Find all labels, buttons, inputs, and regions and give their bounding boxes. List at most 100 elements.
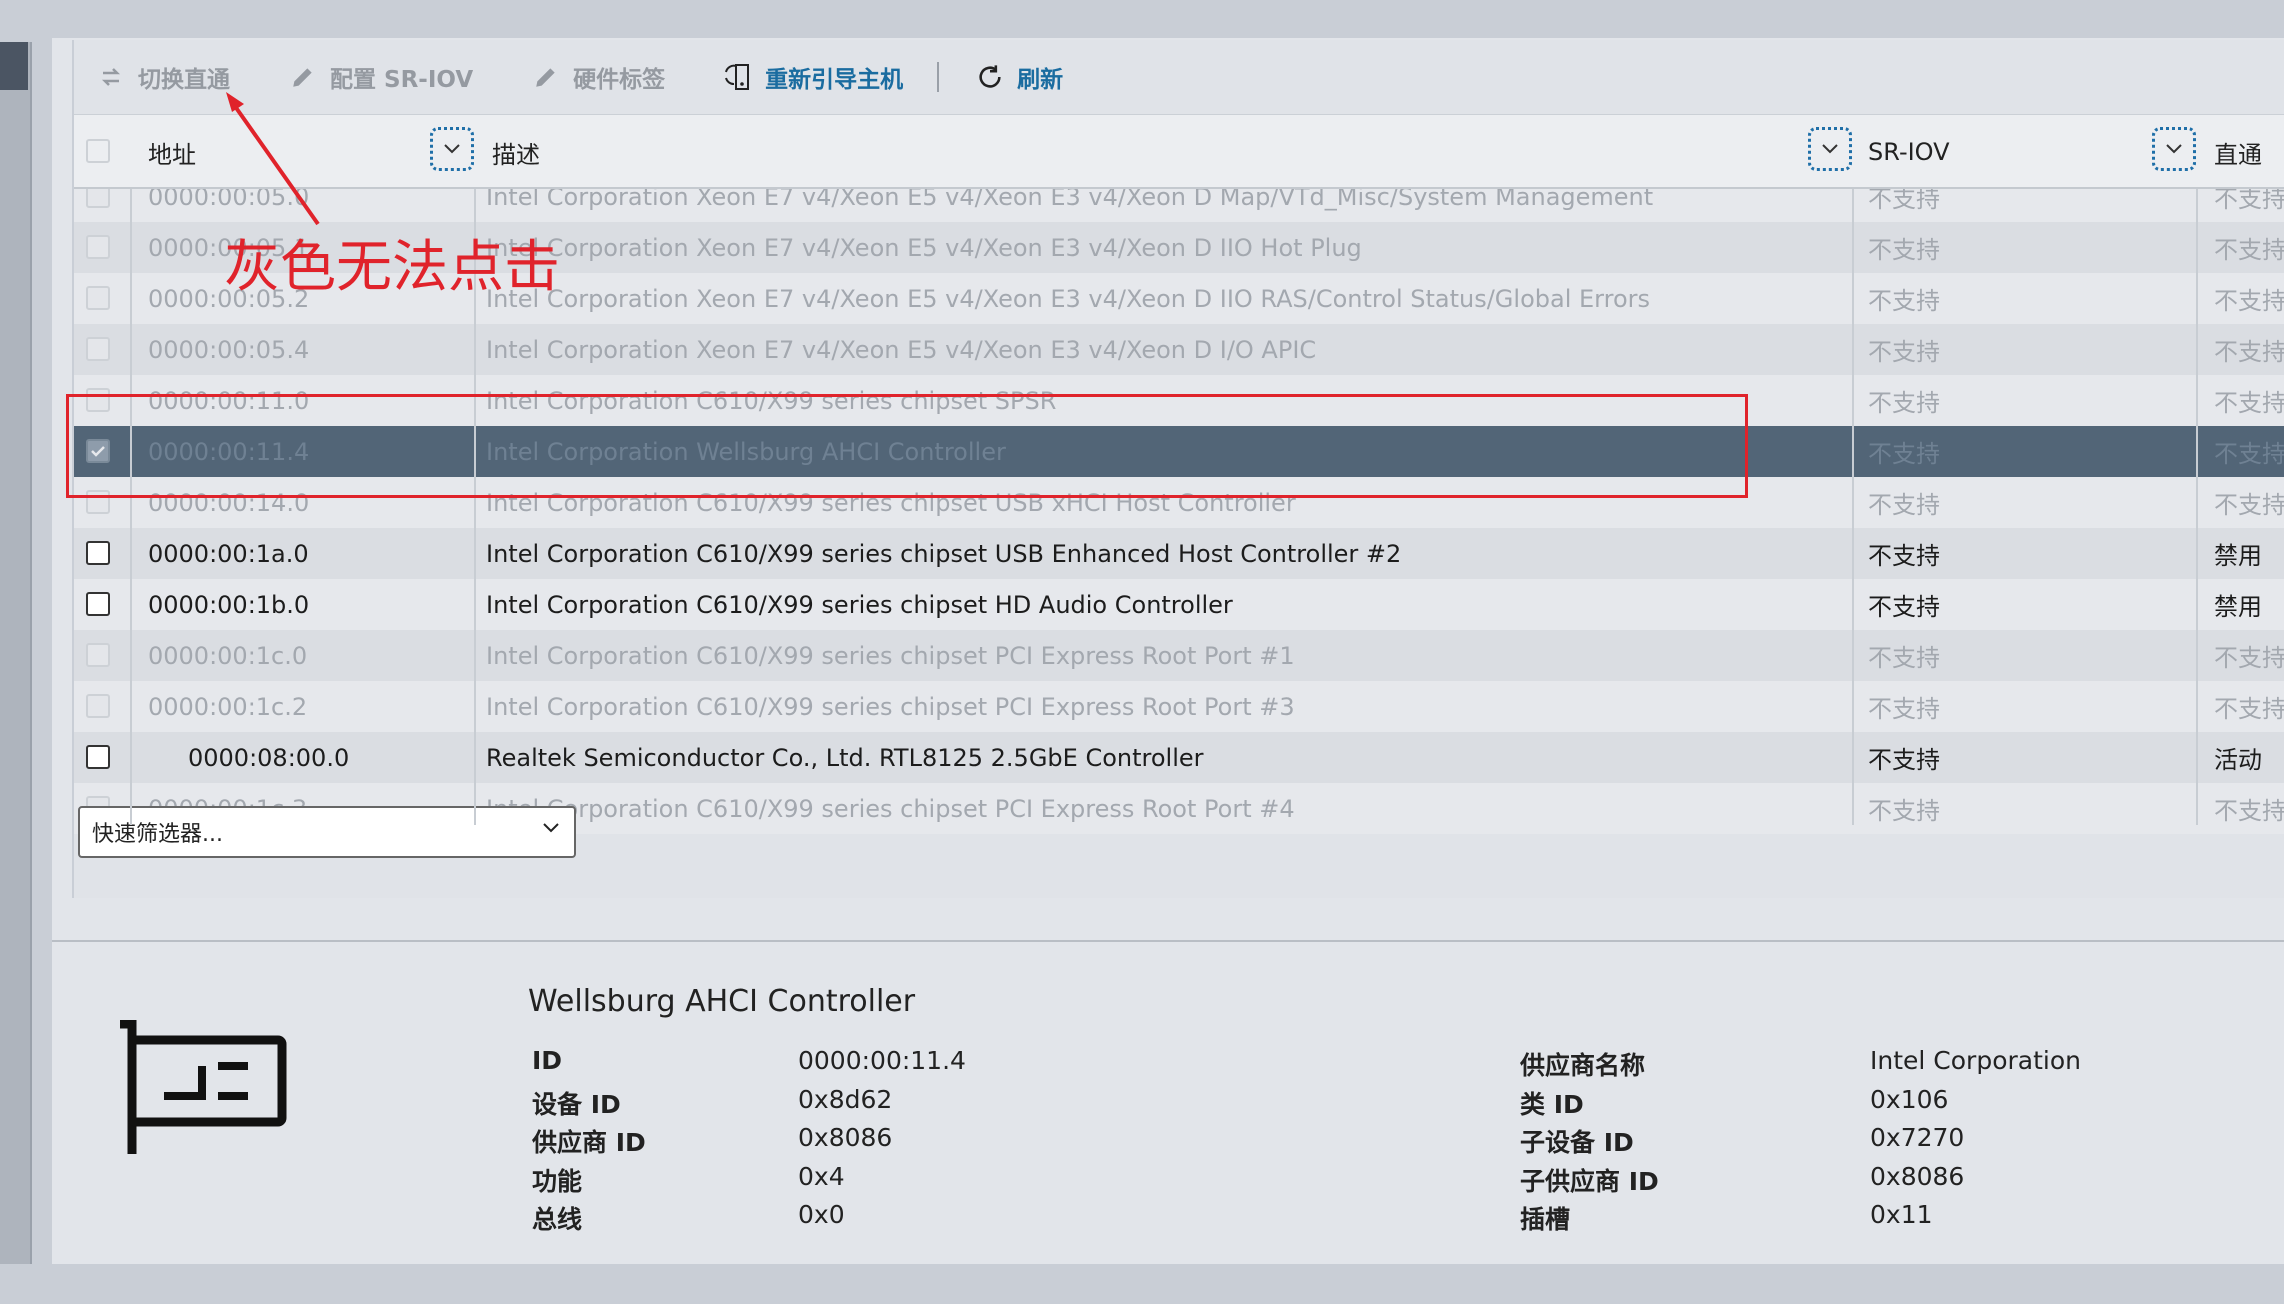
reboot-host-label: 重新引导主机 bbox=[765, 67, 904, 93]
cell-passthrough: 不支持 bbox=[2214, 236, 2284, 264]
description-filter-button[interactable] bbox=[1808, 127, 1852, 171]
table-row[interactable]: 0000:08:00.0 Realtek Semiconductor Co., L… bbox=[74, 732, 2284, 783]
detail-key: 总线 bbox=[532, 1205, 583, 1234]
device-title: Wellsburg AHCI Controller bbox=[528, 984, 916, 1019]
column-header-passthrough[interactable]: 直通 bbox=[2214, 115, 2262, 189]
cell-passthrough: 禁用 bbox=[2214, 542, 2262, 570]
rail-collapse-handle[interactable] bbox=[0, 42, 28, 90]
refresh-button[interactable]: 刷新 bbox=[975, 60, 1063, 94]
detail-key: 供应商名称 bbox=[1520, 1051, 1646, 1080]
hardware-label-button[interactable]: 硬件标签 bbox=[531, 60, 665, 94]
chevron-down-icon bbox=[1822, 144, 1838, 154]
annotation-highlight-box bbox=[66, 394, 1748, 498]
cell-passthrough: 不支持 bbox=[2214, 797, 2284, 825]
configure-sriov-label: 配置 SR-IOV bbox=[330, 67, 474, 93]
reboot-host-button[interactable]: 重新引导主机 bbox=[723, 60, 903, 94]
detail-value: 0x106 bbox=[1870, 1084, 1949, 1114]
cell-sriov: 不支持 bbox=[1868, 695, 1940, 723]
cell-passthrough: 不支持 bbox=[2214, 491, 2284, 519]
cell-sriov: 不支持 bbox=[1868, 542, 1940, 570]
cell-description: Intel Corporation Xeon E7 v4/Xeon E5 v4/… bbox=[486, 335, 1317, 364]
row-checkbox[interactable] bbox=[86, 541, 110, 565]
cell-passthrough: 不支持 bbox=[2214, 644, 2284, 672]
row-checkbox bbox=[86, 235, 110, 259]
device-details: Wellsburg AHCI Controller ID 0000:00:11.4… bbox=[52, 942, 2284, 1264]
cell-description: Intel Corporation Xeon E7 v4/Xeon E5 v4/… bbox=[486, 233, 1362, 262]
chevron-down-icon bbox=[543, 823, 559, 833]
cell-address: 0000:00:1a.0 bbox=[148, 539, 309, 568]
configure-sriov-button[interactable]: 配置 SR-IOV bbox=[288, 60, 473, 94]
cell-sriov: 不支持 bbox=[1868, 746, 1940, 774]
detail-value: 0000:00:11.4 bbox=[798, 1046, 966, 1075]
row-checkbox bbox=[86, 286, 110, 310]
cell-description: Intel Corporation Xeon E7 v4/Xeon E5 v4/… bbox=[486, 284, 1650, 313]
cell-passthrough: 活动 bbox=[2214, 746, 2262, 774]
cell-passthrough: 不支持 bbox=[2214, 440, 2284, 468]
column-header-description[interactable]: 描述 bbox=[492, 115, 540, 189]
quick-filter-select[interactable]: 快速筛选器... bbox=[78, 806, 576, 858]
detail-key: 子设备 ID bbox=[1520, 1128, 1634, 1157]
pencil-icon bbox=[531, 62, 561, 92]
cell-address: 0000:00:1b.0 bbox=[148, 590, 310, 619]
cell-passthrough: 不支持 bbox=[2214, 389, 2284, 417]
detail-key: 类 ID bbox=[1520, 1089, 1584, 1119]
detail-key: 供应商 ID bbox=[532, 1128, 646, 1157]
cell-address: 0000:00:1c.0 bbox=[148, 641, 308, 670]
select-all-checkbox[interactable] bbox=[86, 139, 110, 163]
host-reboot-icon bbox=[723, 62, 753, 92]
cell-sriov: 不支持 bbox=[1868, 287, 1940, 315]
sriov-filter-button[interactable] bbox=[2152, 127, 2196, 171]
detail-key: 设备 ID bbox=[532, 1089, 621, 1119]
row-checkbox[interactable] bbox=[86, 592, 110, 616]
cell-description: Realtek Semiconductor Co., Ltd. RTL8125 … bbox=[486, 743, 1204, 772]
detail-value: Intel Corporation bbox=[1870, 1046, 2081, 1075]
cell-description: Intel Corporation C610/X99 series chipse… bbox=[486, 590, 1233, 619]
detail-value: 0x8086 bbox=[798, 1123, 893, 1152]
cell-passthrough: 不支持 bbox=[2214, 287, 2284, 315]
detail-value: 0x8086 bbox=[1870, 1161, 1965, 1191]
detail-key: ID bbox=[532, 1046, 563, 1075]
cell-address: 0000:00:1c.2 bbox=[148, 692, 308, 721]
chevron-down-icon bbox=[444, 144, 460, 154]
table-row: 0000:00:1c.2 Intel Corporation C610/X99 s… bbox=[74, 681, 2284, 732]
table-row: 0000:00:1c.0 Intel Corporation C610/X99 s… bbox=[74, 630, 2284, 681]
column-divider[interactable] bbox=[2196, 115, 2198, 825]
cell-sriov: 不支持 bbox=[1868, 440, 1940, 468]
detail-value: 0x7270 bbox=[1870, 1123, 1965, 1152]
quick-filter-placeholder: 快速筛选器... bbox=[92, 822, 223, 847]
toggle-passthrough-label: 切换直通 bbox=[138, 67, 230, 93]
cell-sriov: 不支持 bbox=[1868, 338, 1940, 366]
cell-sriov: 不支持 bbox=[1868, 644, 1940, 672]
row-checkbox bbox=[86, 643, 110, 667]
column-header-sriov[interactable]: SR-IOV bbox=[1868, 115, 1950, 189]
table-row[interactable]: 0000:00:1a.0 Intel Corporation C610/X99 s… bbox=[74, 528, 2284, 579]
cell-address: 0000:00:05.4 bbox=[148, 335, 310, 364]
toolbar: 切换直通 配置 SR-IOV 硬件标签 重新引导主机 刷新 bbox=[74, 40, 2284, 114]
column-divider[interactable] bbox=[1852, 115, 1854, 825]
hardware-label-label: 硬件标签 bbox=[573, 67, 666, 93]
cell-sriov: 不支持 bbox=[1868, 236, 1940, 264]
cell-sriov: 不支持 bbox=[1868, 389, 1940, 417]
cell-passthrough: 不支持 bbox=[2214, 695, 2284, 723]
address-filter-button[interactable] bbox=[430, 127, 474, 171]
cell-sriov: 不支持 bbox=[1868, 491, 1940, 519]
refresh-label: 刷新 bbox=[1017, 67, 1064, 93]
row-checkbox bbox=[86, 694, 110, 718]
refresh-icon bbox=[975, 62, 1005, 92]
table-row[interactable]: 0000:00:1b.0 Intel Corporation C610/X99 s… bbox=[74, 579, 2284, 630]
grid-header: 地址 描述 SR-IOV 直通 bbox=[74, 115, 2284, 189]
detail-value: 0x4 bbox=[798, 1161, 845, 1191]
row-checkbox[interactable] bbox=[86, 745, 110, 769]
toggle-passthrough-button[interactable]: 切换直通 bbox=[96, 60, 230, 94]
cell-passthrough: 禁用 bbox=[2214, 593, 2262, 621]
swap-arrows-icon bbox=[96, 62, 126, 92]
cell-description: Intel Corporation C610/X99 series chipse… bbox=[486, 794, 1295, 823]
detail-value: 0x8d62 bbox=[798, 1084, 893, 1114]
cell-description: Intel Corporation C610/X99 series chipse… bbox=[486, 539, 1402, 568]
column-header-address[interactable]: 地址 bbox=[148, 115, 196, 189]
detail-value: 0x0 bbox=[798, 1200, 845, 1229]
cell-passthrough: 不支持 bbox=[2214, 338, 2284, 366]
cell-address: 0000:08:00.0 bbox=[188, 743, 350, 772]
detail-key: 功能 bbox=[532, 1166, 583, 1196]
cell-description: Intel Corporation C610/X99 series chipse… bbox=[486, 641, 1295, 670]
